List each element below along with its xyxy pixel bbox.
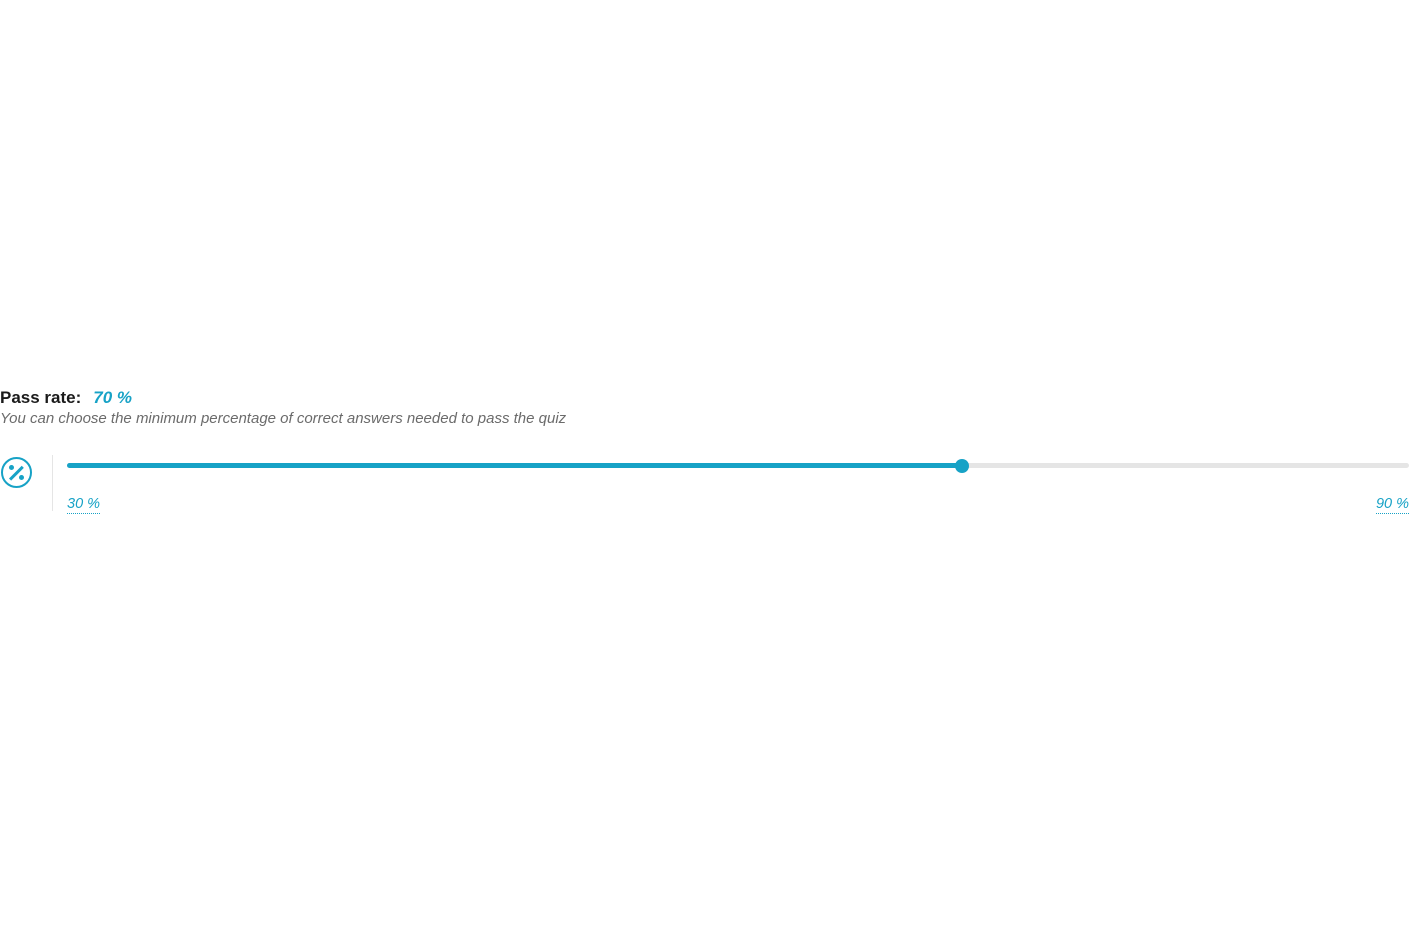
- slider-max-label: 90 %: [1376, 496, 1409, 514]
- slider-track-fill: [67, 463, 962, 468]
- slider-range-labels: 30 % 90 %: [67, 496, 1409, 514]
- pass-rate-value: 70 %: [93, 388, 132, 408]
- pass-rate-label: Pass rate:: [0, 388, 81, 408]
- pass-rate-description: You can choose the minimum percentage of…: [0, 410, 1409, 427]
- pass-rate-slider[interactable]: [67, 458, 1409, 472]
- pass-rate-header: Pass rate: 70 %: [0, 388, 1409, 408]
- percent-icon-wrap: [0, 455, 32, 488]
- percent-icon: [1, 457, 32, 488]
- slider-row: 30 % 90 %: [0, 455, 1409, 514]
- slider-area: 30 % 90 %: [67, 455, 1409, 514]
- slider-thumb[interactable]: [955, 459, 969, 473]
- slider-min-label: 30 %: [67, 496, 100, 514]
- vertical-divider: [52, 455, 53, 511]
